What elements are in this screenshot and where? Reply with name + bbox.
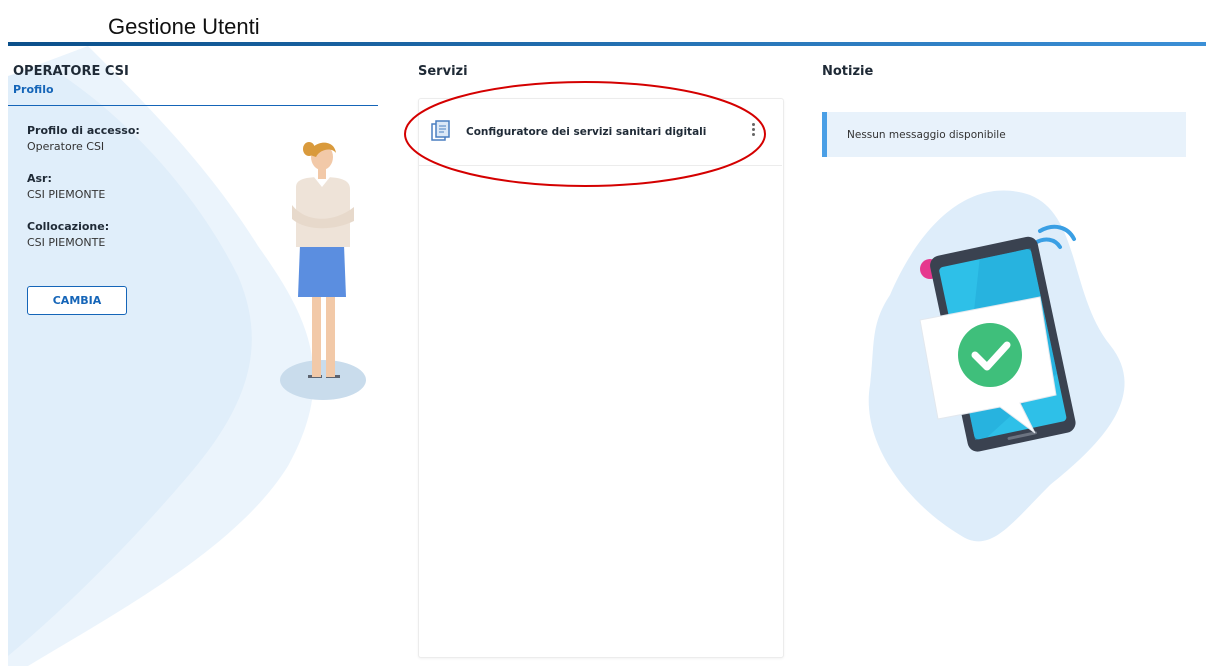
access-profile-value: Operatore CSI (27, 140, 105, 153)
profile-underline (8, 105, 378, 106)
asr-label: Asr: (27, 172, 52, 185)
location-label: Collocazione: (27, 220, 110, 233)
change-button[interactable]: CAMBIA (27, 286, 127, 315)
access-profile-label: Profilo di accesso: (27, 124, 140, 137)
location-value: CSI PIEMONTE (27, 236, 106, 249)
news-heading: Notizie (822, 64, 874, 79)
news-message-box: Nessun messaggio disponibile (822, 112, 1186, 157)
profile-link[interactable]: Profilo (13, 83, 54, 96)
asr-value: CSI PIEMONTE (27, 188, 106, 201)
operator-heading: OPERATORE CSI (13, 64, 129, 79)
services-heading: Servizi (418, 64, 468, 79)
phone-illustration (868, 190, 1125, 542)
document-title: Gestione Utenti (108, 14, 260, 39)
operator-illustration (280, 142, 366, 400)
news-message: Nessun messaggio disponibile (847, 129, 1006, 141)
highlight-annotation (404, 81, 766, 187)
